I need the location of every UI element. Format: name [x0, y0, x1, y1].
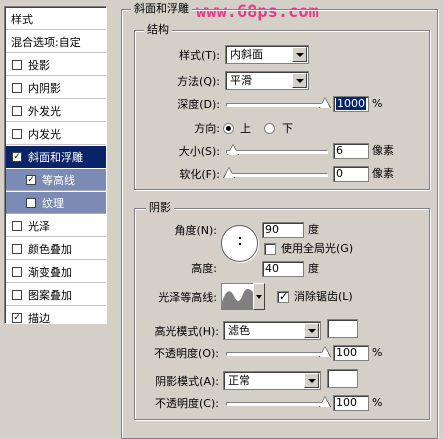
checkbox-inner-shadow[interactable] [12, 82, 22, 93]
size-input[interactable]: 6 [333, 143, 369, 159]
blending-options-item[interactable]: 混合选项:自定 [6, 31, 106, 53]
checkbox-drop-shadow[interactable] [12, 59, 22, 70]
contour-curve-icon [222, 288, 253, 309]
highlight-opacity-unit: % [372, 346, 383, 359]
direction-down-label: 下 [282, 122, 293, 135]
style-list: 样式 混合选项:自定 投影 内阴影 外发光 内发光 斜面和浮雕 等高线 纹理 光… [4, 6, 107, 325]
soften-label: 软化(F): [179, 168, 220, 181]
soften-input[interactable]: 0 [333, 166, 369, 182]
direction-up-label: 上 [240, 122, 251, 135]
highlight-opacity-label: 不透明度(O): [154, 347, 219, 360]
style-item-contour[interactable]: 等高线 [6, 169, 106, 191]
dial-center-dot [239, 243, 241, 245]
angle-unit: 度 [308, 223, 319, 236]
gloss-contour-preview[interactable] [221, 283, 254, 310]
angle-dial[interactable] [221, 225, 258, 262]
depth-input[interactable]: 1000 [333, 96, 369, 112]
shadow-mode-select[interactable]: 正常 [223, 371, 321, 390]
style-select[interactable]: 内斜面 [225, 45, 309, 64]
highlight-color-swatch[interactable] [327, 319, 358, 338]
checkbox-pattern-overlay[interactable] [12, 289, 22, 300]
style-item-gradient-overlay[interactable]: 渐变叠加 [6, 261, 106, 283]
checkbox-bevel-emboss[interactable] [12, 151, 22, 162]
direction-label: 方向: [194, 122, 220, 135]
style-item-stroke[interactable]: 描边 [6, 307, 106, 329]
checkbox-gradient-overlay[interactable] [12, 266, 22, 277]
chevron-down-icon [292, 73, 307, 88]
depth-slider-thumb[interactable] [319, 97, 331, 108]
highlight-opacity-input[interactable]: 100 [333, 345, 369, 361]
global-light-label: 使用全局光(G) [281, 242, 354, 255]
direction-up-radio[interactable] [223, 123, 234, 134]
style-item-texture[interactable]: 纹理 [6, 192, 106, 214]
altitude-unit: 度 [308, 262, 319, 275]
style-item-satin[interactable]: 光泽 [6, 215, 106, 237]
style-item-outer-glow[interactable]: 外发光 [6, 100, 106, 122]
checkbox-inner-glow[interactable] [12, 128, 22, 139]
shadow-opacity-label: 不透明度(C): [155, 397, 219, 410]
shadow-mode-label: 阴影模式(A): [155, 375, 219, 388]
styles-header[interactable]: 样式 [6, 8, 106, 30]
checkbox-outer-glow[interactable] [12, 105, 22, 116]
angle-label: 角度(N): [174, 224, 217, 237]
gloss-contour-dropdown[interactable] [253, 283, 265, 310]
size-slider-thumb[interactable] [226, 144, 239, 155]
checkbox-texture[interactable] [26, 197, 36, 208]
direction-down-radio[interactable] [264, 123, 275, 134]
checkbox-color-overlay[interactable] [12, 243, 22, 254]
dial-direction-dot [239, 237, 241, 239]
size-unit: 像素 [372, 144, 394, 157]
chevron-down-icon [304, 323, 319, 338]
altitude-input[interactable]: 40 [262, 261, 304, 277]
shading-title: 阴影 [146, 201, 174, 214]
shadow-opacity-thumb[interactable] [319, 396, 331, 407]
soften-slider[interactable] [223, 167, 328, 178]
gloss-contour-label: 光泽等高线: [158, 291, 217, 304]
shadow-opacity-input[interactable]: 100 [333, 395, 369, 411]
style-label: 样式(T): [178, 49, 220, 62]
size-label: 大小(S): [178, 145, 220, 158]
technique-select[interactable]: 平滑 [225, 71, 309, 90]
antialias-checkbox[interactable] [277, 290, 289, 303]
depth-unit: % [372, 97, 383, 110]
style-item-color-overlay[interactable]: 颜色叠加 [6, 238, 106, 260]
altitude-label: 高度: [191, 262, 217, 275]
technique-label: 方法(Q): [177, 75, 220, 88]
chevron-down-icon [304, 373, 319, 388]
highlight-mode-label: 高光模式(H): [154, 325, 219, 338]
style-item-inner-glow[interactable]: 内发光 [6, 123, 106, 145]
highlight-opacity-thumb[interactable] [319, 346, 331, 357]
shadow-opacity-unit: % [372, 396, 383, 409]
style-item-bevel-emboss[interactable]: 斜面和浮雕 [6, 146, 106, 168]
highlight-mode-select[interactable]: 滤色 [223, 321, 321, 340]
highlight-opacity-slider[interactable] [226, 346, 331, 357]
bevel-emboss-title: 斜面和浮雕 [131, 2, 192, 15]
depth-slider[interactable] [226, 97, 331, 108]
style-item-pattern-overlay[interactable]: 图案叠加 [6, 284, 106, 306]
shadow-color-swatch[interactable] [327, 369, 358, 388]
global-light-checkbox[interactable] [264, 243, 276, 255]
shadow-opacity-slider[interactable] [226, 396, 331, 407]
checkbox-contour[interactable] [26, 174, 36, 185]
checkbox-satin[interactable] [12, 220, 22, 231]
soften-unit: 像素 [372, 167, 394, 180]
checkbox-stroke[interactable] [12, 313, 22, 323]
size-slider[interactable] [226, 144, 328, 155]
angle-input[interactable]: 90 [262, 222, 304, 238]
style-item-drop-shadow[interactable]: 投影 [6, 54, 106, 76]
style-item-inner-shadow[interactable]: 内阴影 [6, 77, 106, 99]
antialias-label: 消除锯齿(L) [294, 290, 353, 303]
structure-title: 结构 [144, 23, 172, 36]
depth-label: 深度(D): [177, 98, 220, 111]
soften-slider-thumb[interactable] [223, 167, 235, 178]
chevron-down-icon [292, 47, 307, 62]
